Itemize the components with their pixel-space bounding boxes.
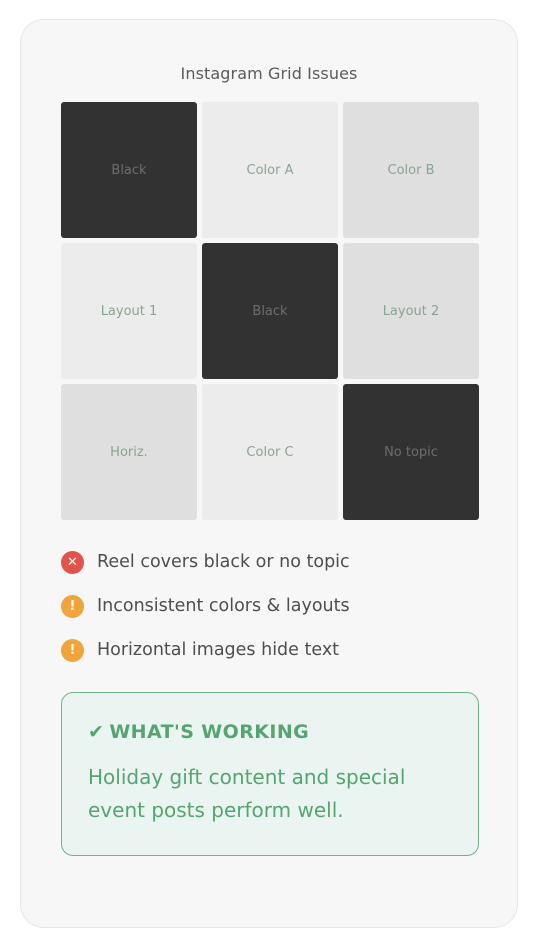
instagram-grid: Black Color A Color B Layout 1 Black Lay… bbox=[61, 102, 479, 520]
whats-working-title: WHAT'S WORKING bbox=[109, 721, 310, 743]
grid-tile-color-a: Color A bbox=[202, 102, 338, 238]
x-circle-icon: ✕ bbox=[61, 550, 84, 574]
card-title: Instagram Grid Issues bbox=[180, 64, 358, 83]
issues-list: ✕ Reel covers black or no topic ! Incons… bbox=[61, 550, 479, 682]
grid-tile-layout-2: Layout 2 bbox=[343, 243, 479, 379]
issue-item: ✕ Reel covers black or no topic bbox=[61, 550, 479, 574]
grid-tile-color-c: Color C bbox=[202, 384, 338, 520]
whats-working-panel: ✔ WHAT'S WORKING Holiday gift content an… bbox=[61, 692, 479, 856]
instagram-grid-card: Instagram Grid Issues Black Color A Colo… bbox=[20, 19, 518, 928]
grid-tile-layout-1: Layout 1 bbox=[61, 243, 197, 379]
issue-text: Reel covers black or no topic bbox=[97, 552, 350, 572]
whats-working-heading: ✔ WHAT'S WORKING bbox=[88, 721, 452, 743]
issue-text: Inconsistent colors & layouts bbox=[97, 596, 350, 616]
checkmark-icon: ✔ bbox=[88, 721, 105, 743]
grid-tile-black: Black bbox=[202, 243, 338, 379]
grid-tile-color-b: Color B bbox=[343, 102, 479, 238]
issue-text: Horizontal images hide text bbox=[97, 640, 340, 660]
whats-working-body: Holiday gift content and special event p… bbox=[88, 765, 406, 822]
exclamation-circle-icon: ! bbox=[61, 594, 84, 618]
exclamation-circle-icon: ! bbox=[61, 638, 84, 662]
issue-item: ! Inconsistent colors & layouts bbox=[61, 594, 479, 618]
grid-tile-black: Black bbox=[61, 102, 197, 238]
grid-tile-horizontal: Horiz. bbox=[61, 384, 197, 520]
issue-item: ! Horizontal images hide text bbox=[61, 638, 479, 662]
grid-tile-no-topic: No topic bbox=[343, 384, 479, 520]
